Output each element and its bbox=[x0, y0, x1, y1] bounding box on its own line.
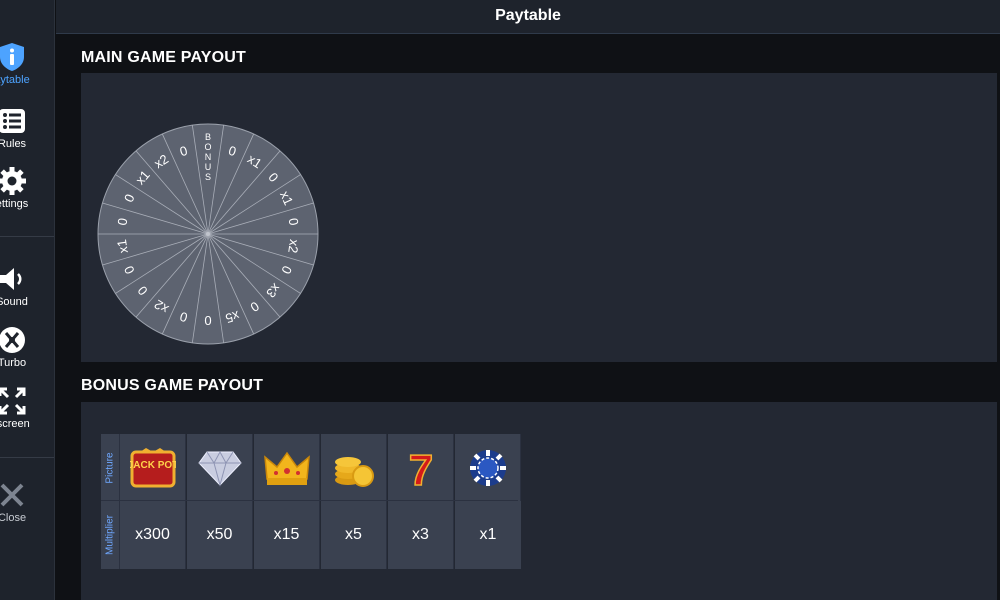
bonus-game-payout-title: BONUS GAME PAYOUT bbox=[81, 377, 264, 394]
wheel-segment-label: x1 bbox=[114, 238, 131, 254]
sidebar-item-label: Sound bbox=[0, 296, 28, 308]
sidebar-item-label: aytable bbox=[0, 74, 30, 86]
lucky-seven-icon: 7 bbox=[408, 447, 434, 489]
wheel-segment-letter: S bbox=[205, 172, 211, 182]
symbol-cell bbox=[254, 434, 320, 501]
gear-icon bbox=[0, 167, 26, 195]
wheel-segment-label: 0 bbox=[204, 313, 211, 328]
wheel-segment: 0 bbox=[204, 313, 211, 328]
wheel-segment-letter: B bbox=[205, 132, 211, 142]
bonus-payout-table: Picture Multiplier JACK POT 7 x300 x50 x… bbox=[101, 434, 521, 569]
multiplier-row-label: Multiplier bbox=[101, 501, 120, 569]
multiplier-value: x300 bbox=[120, 501, 186, 569]
sidebar-item-paytable[interactable]: aytable bbox=[0, 42, 42, 86]
poker-chip-icon bbox=[469, 449, 506, 486]
paytable-content[interactable]: MAIN GAME PAYOUT B O N U S 0 x1 0 x1 0 x2 0 x3 0 x5 0 0 x… bbox=[56, 35, 1000, 600]
diamond-icon bbox=[197, 450, 242, 487]
gold-coins-icon bbox=[334, 456, 374, 487]
symbol-cell bbox=[321, 434, 387, 501]
sidebar-item-label: Close bbox=[0, 512, 27, 524]
jackpot-icon: JACK POT bbox=[130, 447, 176, 487]
symbol-cell: 7 bbox=[388, 434, 454, 501]
multiplier-value: x5 bbox=[321, 501, 387, 569]
wheel-segment-letter: U bbox=[205, 162, 212, 172]
sidebar-divider bbox=[0, 236, 54, 237]
crown-icon bbox=[263, 451, 310, 485]
main-game-payout-title: MAIN GAME PAYOUT bbox=[81, 49, 246, 66]
picture-row-label: Picture bbox=[101, 434, 120, 501]
symbol-cell bbox=[187, 434, 253, 501]
page-title: Paytable bbox=[56, 0, 1000, 34]
sidebar-item-label: ettings bbox=[0, 198, 29, 210]
info-shield-icon bbox=[0, 43, 24, 71]
multiplier-value: x1 bbox=[455, 501, 521, 569]
sidebar-item-label: Turbo bbox=[0, 357, 27, 369]
sidebar-item-close[interactable]: Close bbox=[0, 480, 42, 524]
turbo-icon bbox=[0, 327, 25, 353]
wheel-segment: x1 bbox=[114, 238, 131, 254]
sidebar: aytable Rules bbox=[0, 0, 55, 600]
sidebar-item-fullscreen[interactable]: lscreen bbox=[0, 386, 42, 430]
paytable-screen: aytable Rules bbox=[0, 0, 1000, 600]
multiplier-value: x50 bbox=[187, 501, 253, 569]
wheel-segment-letter: O bbox=[204, 142, 211, 152]
speaker-icon bbox=[0, 268, 22, 290]
sidebar-item-label: Rules bbox=[0, 138, 27, 150]
multiplier-value: x15 bbox=[254, 501, 320, 569]
sidebar-item-rules[interactable]: Rules bbox=[0, 106, 42, 150]
svg-text:7: 7 bbox=[408, 447, 432, 489]
bonus-game-payout-panel: Picture Multiplier JACK POT 7 x300 x50 x… bbox=[81, 402, 997, 600]
main-game-payout-panel: B O N U S 0 x1 0 x1 0 x2 0 x3 0 x5 0 0 x2 0 0 x1 0 0 x1 x2 0 bbox=[81, 73, 997, 362]
svg-text:JACK POT: JACK POT bbox=[130, 460, 176, 471]
multiplier-value: x3 bbox=[388, 501, 454, 569]
sidebar-item-sound[interactable]: Sound bbox=[0, 264, 42, 308]
sidebar-item-label: lscreen bbox=[0, 418, 30, 430]
sidebar-item-settings[interactable]: ettings bbox=[0, 166, 42, 210]
wheel-segment-label: x2 bbox=[285, 238, 302, 254]
list-icon bbox=[0, 109, 25, 133]
wheel-segment-letter: N bbox=[205, 152, 212, 162]
sidebar-divider bbox=[0, 457, 54, 458]
wheel-segment: BONUS bbox=[204, 132, 211, 182]
close-icon bbox=[0, 483, 24, 507]
sidebar-item-turbo[interactable]: Turbo bbox=[0, 325, 42, 369]
symbol-cell: JACK POT bbox=[120, 434, 186, 501]
prize-wheel: BONUS0x10x10x20x30x500x200x100x1x20 bbox=[97, 123, 319, 345]
fullscreen-icon bbox=[0, 387, 26, 415]
symbol-cell bbox=[455, 434, 521, 501]
wheel-hub bbox=[206, 232, 210, 236]
wheel-segment: x2 bbox=[285, 238, 302, 254]
